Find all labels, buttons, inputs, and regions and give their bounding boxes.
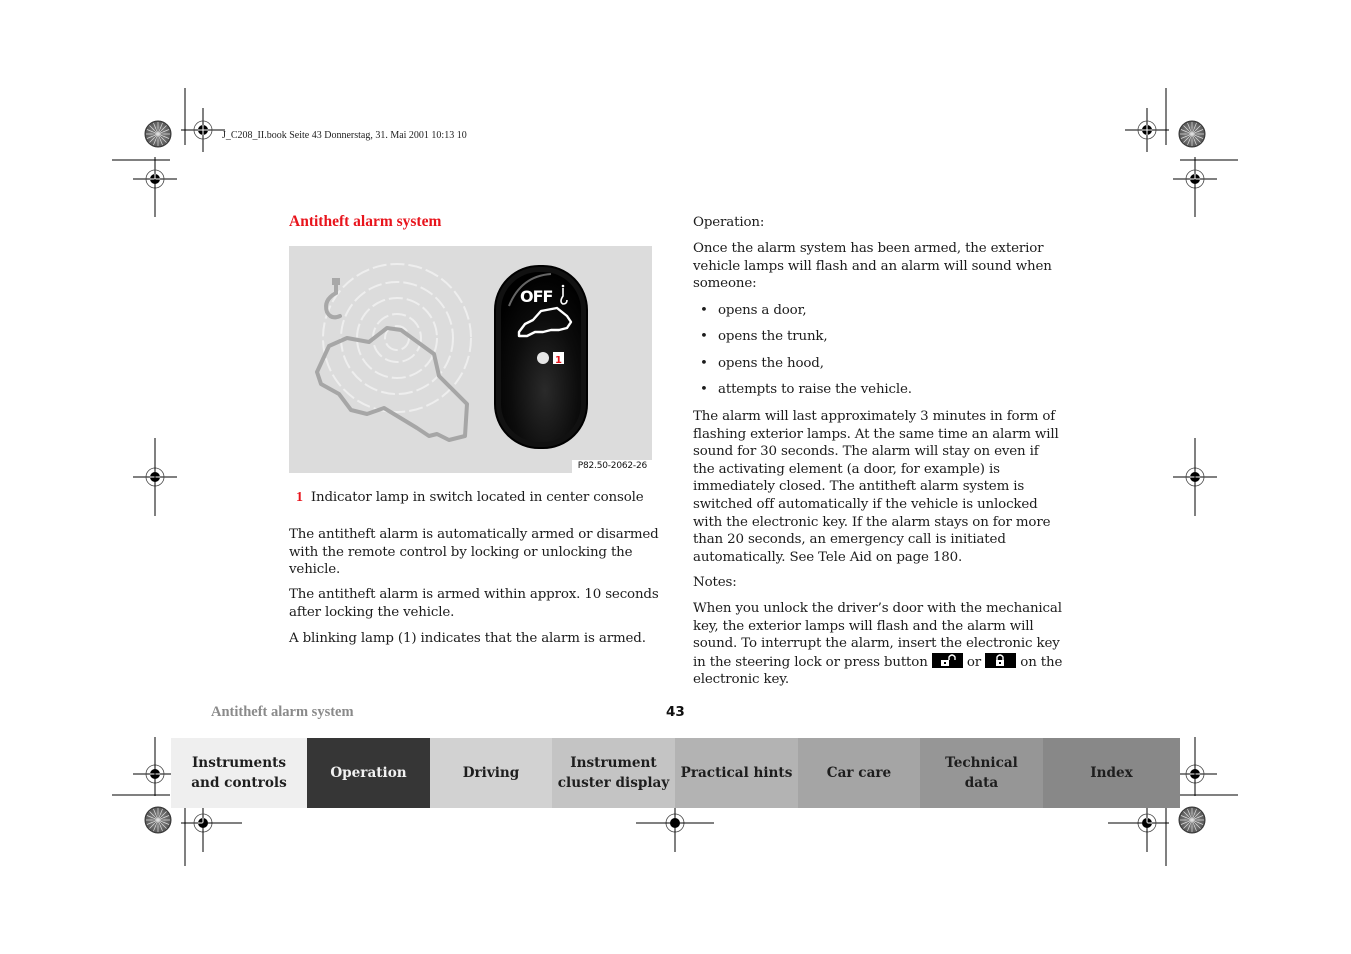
section-title: Antitheft alarm system: [289, 213, 442, 230]
notes-paragraph: When you unlock the driver’s door with t…: [693, 601, 1063, 688]
chapter-tabs: Instruments and controls Operation Drivi…: [171, 738, 1180, 808]
tab-car-care[interactable]: Car care: [798, 738, 920, 808]
tab-practical-hints[interactable]: Practical hints: [675, 738, 798, 808]
paragraph-armed-within: The antitheft alarm is armed within appr…: [289, 587, 659, 620]
tab-technical-data[interactable]: Technical data: [920, 738, 1043, 808]
legend-number: 1: [296, 490, 303, 505]
figure-legend: 1 Indicator lamp in switch located in cen…: [296, 489, 644, 507]
file-header: J_C208_II.book Seite 43 Donnerstag, 31. …: [222, 130, 467, 141]
unlock-button-icon: [931, 652, 963, 668]
tab-index[interactable]: Index: [1043, 738, 1180, 808]
paragraph-blinking-lamp: A blinking lamp (1) indicates that the a…: [289, 631, 646, 646]
switch-off-label: OFF: [520, 287, 553, 306]
operation-heading: Operation:: [693, 215, 765, 230]
alarm-duration-paragraph: The alarm will last approximately 3 minu…: [693, 409, 1059, 565]
alarm-illustration: OFF 1: [315, 263, 588, 449]
tab-instrument-cluster-display[interactable]: Instrument cluster display: [552, 738, 675, 808]
legend-text: Indicator lamp in switch located in cent…: [310, 490, 644, 505]
tab-driving[interactable]: Driving: [430, 738, 552, 808]
page-number: 43: [666, 704, 685, 720]
tab-instruments-and-controls[interactable]: Instruments and controls: [171, 738, 307, 808]
printer-crop-marks: [112, 88, 1238, 866]
callout-number: 1: [555, 355, 562, 366]
paragraph-auto-armed: The antitheft alarm is automatically arm…: [289, 527, 659, 578]
footer-section-title: Antitheft alarm system: [211, 704, 354, 720]
indicator-lamp: [537, 352, 549, 364]
alarm-switch-figure: OFF 1 P82.50-2062-26: [289, 246, 652, 473]
tab-operation[interactable]: Operation: [307, 738, 430, 808]
operation-intro: Once the alarm system has been armed, th…: [693, 241, 1052, 292]
notes-heading: Notes:: [693, 575, 737, 590]
lock-button-icon: [985, 652, 1017, 668]
figure-code: P82.50-2062-26: [571, 460, 652, 473]
